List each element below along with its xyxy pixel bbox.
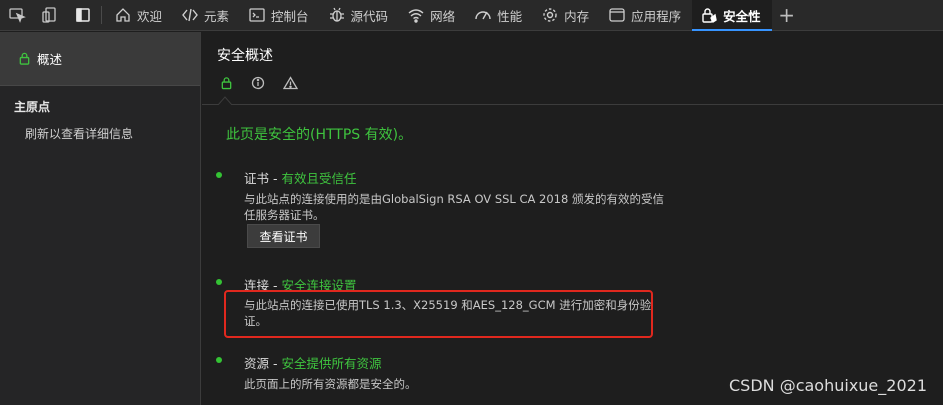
lock-icon[interactable] <box>218 75 234 91</box>
gauge-icon <box>475 11 491 20</box>
tab-label: 元素 <box>204 8 230 24</box>
inspect-icon[interactable] <box>0 0 33 30</box>
tab-label: 网络 <box>430 8 456 24</box>
tab-memory[interactable]: 内存 <box>533 0 600 30</box>
tab-security[interactable]: 安全性 <box>692 0 772 31</box>
security-summary: 此页是安全的(HTTPS 有效)。 <box>226 127 413 143</box>
tab-network[interactable]: 网络 <box>399 0 466 30</box>
add-tab-button[interactable]: + <box>772 0 802 30</box>
tab-label: 性能 <box>497 8 523 24</box>
code-tag-icon <box>182 8 198 22</box>
section-separator: - <box>269 356 282 371</box>
section-description: 与此站点的连接使用的是由GlobalSign RSA OV SSL CA 201… <box>244 192 664 222</box>
overview-icon-row <box>218 75 298 91</box>
info-icon[interactable] <box>250 75 266 91</box>
warning-icon[interactable] <box>282 75 298 91</box>
tab-welcome[interactable]: 欢迎 <box>106 0 173 30</box>
status-dot <box>216 357 222 363</box>
watermark: CSDN @caohuixue_2021 <box>729 376 927 395</box>
section-heading: 证书 - 有效且受信任 <box>244 168 357 187</box>
sidebar-item-overview[interactable]: 概述 <box>0 32 200 86</box>
section-separator: - <box>269 171 282 186</box>
security-sidebar: 概述 主原点 刷新以查看详细信息 <box>0 32 201 405</box>
section-status: 有效且受信任 <box>281 171 357 186</box>
wifi-icon <box>408 9 424 23</box>
tab-sources[interactable]: 源代码 <box>320 0 400 30</box>
shield-hand-icon <box>702 8 717 24</box>
highlight-box <box>224 290 653 338</box>
devtools-tab-bar: 欢迎 元素 控制台 源代码 网络 性能 内存 应用程序 安全性 + <box>0 0 943 31</box>
tab-performance[interactable]: 性能 <box>466 0 533 30</box>
tab-label: 欢迎 <box>137 8 163 24</box>
toolbar-separator <box>101 6 102 24</box>
section-label: 资源 <box>244 356 270 371</box>
section-heading: 资源 - 安全提供所有资源 <box>244 353 382 372</box>
tab-label: 控制台 <box>271 8 309 24</box>
sidebar-group-main-origin: 主原点 <box>14 100 51 114</box>
view-certificate-button[interactable]: 查看证书 <box>247 224 320 248</box>
sidebar-item-label: 概述 <box>37 52 63 67</box>
section-description: 此页面上的所有资源都是安全的。 <box>244 377 417 391</box>
console-icon <box>249 8 265 22</box>
page-title: 安全概述 <box>217 48 273 64</box>
device-emulation-icon[interactable] <box>33 0 66 30</box>
tab-label: 应用程序 <box>631 8 682 24</box>
tab-label: 内存 <box>564 8 590 24</box>
sidebar-item-refresh-hint[interactable]: 刷新以查看详细信息 <box>0 115 200 142</box>
window-icon <box>609 8 625 22</box>
tab-elements[interactable]: 元素 <box>173 0 240 30</box>
section-status: 安全提供所有资源 <box>281 356 382 371</box>
section-label: 证书 <box>244 171 270 186</box>
lock-icon <box>19 52 30 65</box>
bug-icon <box>329 7 344 22</box>
security-overview-panel: 安全概述 此页是安全的(HTTPS 有效)。 证书 - 有效且受信任 与此站点的… <box>202 32 943 405</box>
tab-label: 源代码 <box>350 8 389 24</box>
status-dot <box>216 172 222 178</box>
tab-label: 安全性 <box>723 8 761 24</box>
tab-console[interactable]: 控制台 <box>240 0 320 30</box>
home-icon <box>116 8 130 22</box>
status-dot <box>216 279 222 285</box>
gear-icon <box>543 8 557 22</box>
divider <box>202 104 943 105</box>
tab-application[interactable]: 应用程序 <box>600 0 692 30</box>
dock-panel-icon[interactable] <box>66 0 99 30</box>
caret-indicator <box>218 96 232 105</box>
